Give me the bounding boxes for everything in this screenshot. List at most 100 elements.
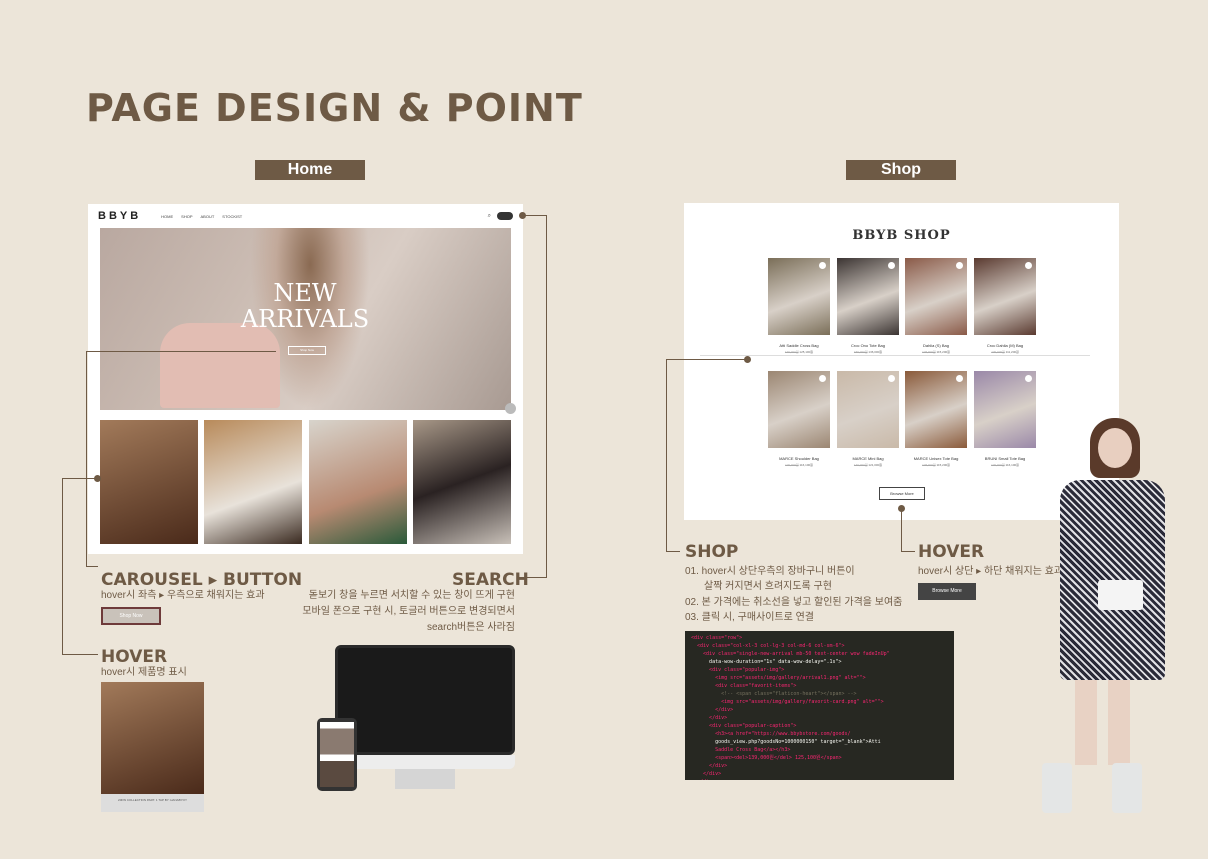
hero-shop-button[interactable]: Shop Now	[288, 346, 326, 355]
connector-line	[62, 478, 98, 479]
code-line: </div>	[691, 707, 734, 713]
product-price: 129,000원 116,100원	[785, 463, 813, 467]
product-image[interactable]	[837, 258, 899, 335]
product-name[interactable]: MARCE Shoulder Bag	[759, 456, 839, 461]
code-line: <div class="favorit-items">	[691, 683, 797, 689]
product-price: 139,000원 111,200원	[991, 350, 1019, 354]
hero-title: NEW ARRIVALS	[240, 279, 370, 333]
product-image[interactable]	[974, 371, 1036, 448]
code-line: </div>	[691, 763, 728, 769]
code-line: <div class="row">	[691, 635, 743, 641]
product-name[interactable]: Atti Saddle Cross Bag	[759, 343, 839, 348]
carousel-title: CAROUSEL ▸ BUTTON	[101, 570, 303, 590]
browse-more-button[interactable]: Browse More	[879, 487, 925, 500]
carousel-demo-button[interactable]: Shop Now	[101, 607, 161, 625]
model-leg	[1075, 680, 1097, 765]
code-line: Saddle Cross Bag</a></h3>	[691, 747, 791, 753]
connector-line	[86, 351, 276, 352]
connector-dot	[94, 475, 101, 482]
home-thumb-4[interactable]	[413, 420, 511, 544]
connector-line	[546, 215, 547, 578]
code-line: <div class="col-xl-3 col-lg-3 col-md-6 c…	[691, 643, 845, 649]
model-leg	[1108, 680, 1130, 765]
code-line: <div class="popular-caption">	[691, 723, 797, 729]
monitor-stand	[395, 769, 455, 789]
hover-browse-button[interactable]: Browse More	[918, 583, 976, 600]
product-price: 139,000원 125,100원	[784, 350, 814, 354]
home-thumb-3[interactable]	[309, 420, 407, 544]
product-name[interactable]: Dahlia (S) Bag	[896, 343, 976, 348]
connector-line	[86, 351, 87, 566]
model-boot	[1042, 763, 1072, 813]
nav-home[interactable]: HOME	[161, 214, 173, 219]
product-name[interactable]: MARCE Unisex Tote Bag	[896, 456, 976, 461]
hover-home-title: HOVER	[101, 647, 168, 667]
connector-line	[901, 551, 915, 552]
model-bag	[1098, 580, 1143, 610]
cart-icon[interactable]	[888, 262, 895, 269]
carousel-desc: hover시 좌측 ▸ 우측으로 채워지는 효과	[101, 590, 265, 601]
product-price: 129,000원 116,100원	[991, 463, 1019, 467]
nav-stockist[interactable]: STOCKIST	[222, 214, 242, 219]
product-image[interactable]	[905, 258, 967, 335]
model-boot	[1112, 763, 1142, 813]
hover-demo-image[interactable]	[101, 682, 204, 794]
home-thumb-1[interactable]	[100, 420, 198, 544]
cart-icon[interactable]	[956, 262, 963, 269]
product-name[interactable]: BRUNI Small Tote Bag	[965, 456, 1045, 461]
product-image[interactable]	[974, 258, 1036, 335]
cart-icon[interactable]	[1025, 262, 1032, 269]
home-thumb-2[interactable]	[204, 420, 302, 544]
search-desc-3: search버튼은 사라짐	[427, 622, 515, 633]
divider	[700, 355, 1090, 356]
code-line: </div>	[691, 778, 948, 780]
code-line: <span><del>139,000원</del> 125,100원</span…	[691, 755, 842, 761]
connector-line	[901, 508, 902, 551]
code-snippet: <div class="row"> <div class="col-xl-3 c…	[685, 631, 954, 780]
code-line: goods_view.php?goodsNo=1000000150" targe…	[691, 739, 881, 745]
code-line: <!-- <span class="flaticon-heart"></span…	[691, 691, 857, 697]
desktop-monitor-icon	[335, 645, 515, 755]
product-image[interactable]	[768, 258, 830, 335]
connector-line	[62, 478, 63, 654]
product-name[interactable]: Croc Dahlia (M) Bag	[965, 343, 1045, 348]
hero-carousel[interactable]: NEW ARRIVALS Shop Now	[100, 228, 511, 410]
hover-demo-caption: 20FW COLLECTION PART. 1 TAP BY: HANABYOY	[101, 794, 204, 812]
product-price: 128,000원 115,200원	[922, 463, 950, 467]
cart-icon[interactable]	[956, 375, 963, 382]
shop-tag: Shop	[846, 160, 956, 180]
monitor-chin	[335, 755, 515, 769]
home-tag: Home	[255, 160, 365, 180]
shop-desc-3: 02. 본 가격에는 취소선을 넣고 할인된 가격을 보여줌	[685, 597, 903, 608]
shop-desc-1: 01. hover시 상단우측의 장바구니 버튼이	[685, 566, 855, 577]
mobile-phone-icon	[317, 718, 357, 791]
connector-line	[86, 566, 98, 567]
cart-icon[interactable]	[497, 212, 513, 220]
nav-about[interactable]: ABOUT	[201, 214, 215, 219]
home-logo[interactable]: BBYB	[98, 210, 141, 222]
cart-icon[interactable]	[819, 262, 826, 269]
cart-icon[interactable]	[888, 375, 895, 382]
search-icon[interactable]: ⌕	[488, 213, 491, 220]
shop-desc-2: 살짝 커지면서 흐려지도록 구현	[704, 581, 832, 592]
product-price: 128,000원 115,200원	[922, 350, 950, 354]
connector-line	[523, 215, 547, 216]
product-image[interactable]	[837, 371, 899, 448]
hover-shop-title: HOVER	[918, 542, 985, 562]
connector-dot	[519, 212, 526, 219]
search-desc-2: 모바일 폰으로 구현 시, 토글러 버튼으로 변경되면서	[302, 606, 515, 617]
product-image[interactable]	[905, 371, 967, 448]
scroll-top-icon[interactable]	[505, 403, 516, 414]
code-line: data-wow-duration="1s" data-wow-delay=".…	[691, 659, 842, 665]
mobile-screen	[320, 722, 354, 787]
code-line: <img src="assets/img/gallery/favorit-car…	[691, 699, 884, 705]
code-line: <div class="single-new-arrival mb-50 tex…	[691, 651, 890, 657]
product-image[interactable]	[768, 371, 830, 448]
code-line: <div class="popular-img">	[691, 667, 785, 673]
nav-shop[interactable]: SHOP	[181, 214, 192, 219]
home-navbar: BBYB HOME SHOP ABOUT STOCKIST ⌕	[88, 204, 523, 228]
model-face	[1098, 428, 1132, 468]
cart-icon[interactable]	[819, 375, 826, 382]
cart-icon[interactable]	[1025, 375, 1032, 382]
connector-line	[62, 654, 98, 655]
